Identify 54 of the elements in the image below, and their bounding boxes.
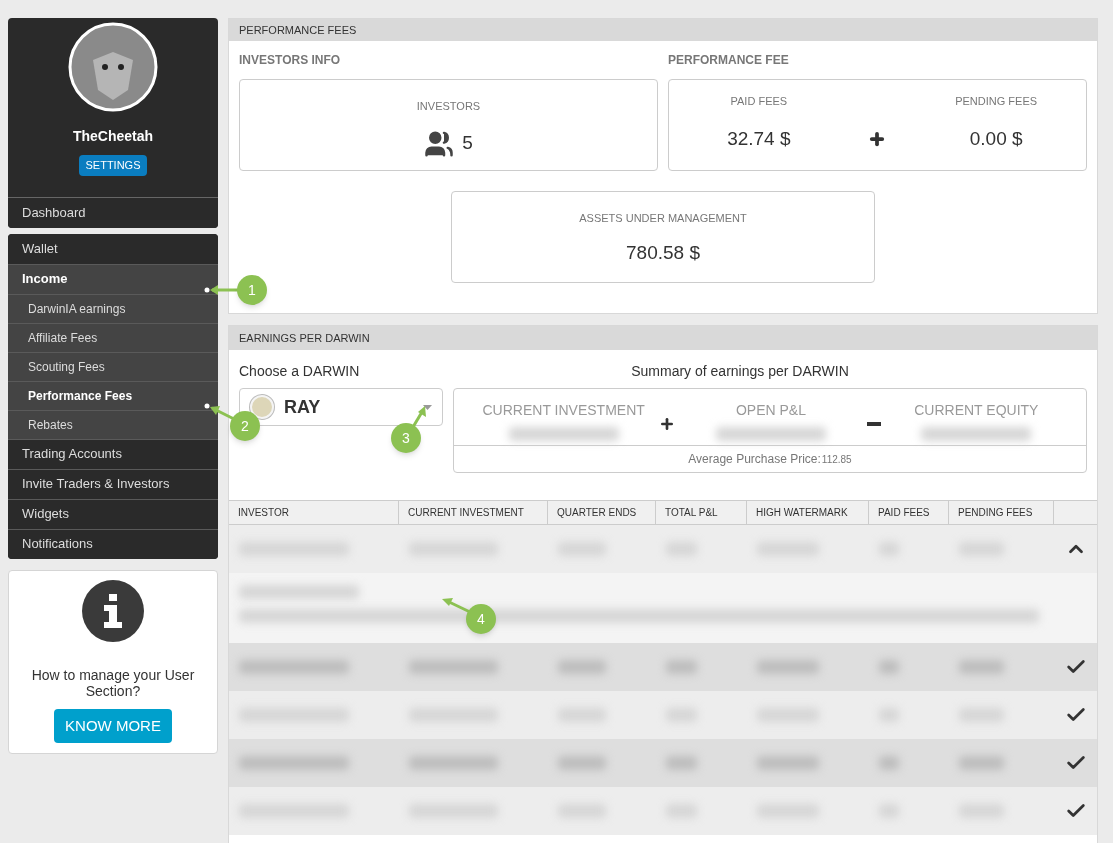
column-header: PENDING FEES [949, 501, 1054, 524]
aum-value: 780.58 $ [626, 240, 700, 265]
column-header: CURRENT INVESTMENT [399, 501, 548, 524]
callout-arrow [442, 598, 471, 614]
plus-icon [868, 130, 887, 148]
column-header: HIGH WATERMARK [747, 501, 869, 524]
stat-label: ASSETS UNDER MANAGEMENT [579, 211, 747, 226]
nav-item[interactable]: Income [8, 263, 218, 294]
darwin-color-icon [250, 395, 274, 419]
panel-header: PERFORMANCE FEES [229, 19, 1097, 41]
darwin-name: RAY [284, 395, 322, 419]
redacted-content [757, 660, 819, 674]
column-header: INVESTOR [229, 501, 399, 524]
username: TheCheetah [72, 127, 154, 146]
redacted-content [666, 756, 697, 770]
section-heading: PERFORMANCE FEE [668, 52, 790, 69]
stat-label: PENDING FEES [955, 93, 1038, 109]
paid-fees-value: 32.74 $ [727, 127, 791, 151]
redacted-content [879, 756, 899, 770]
summary-title: Summary of earnings per DARWIN [630, 362, 850, 381]
redacted-content [558, 660, 606, 674]
redacted-content [959, 756, 1004, 770]
nav-item[interactable]: Notifications [8, 528, 218, 559]
panel-header: EARNINGS PER DARWIN [229, 326, 1097, 350]
nav-item[interactable]: Affiliate Fees [8, 322, 218, 352]
settings-button[interactable]: SETTINGS [79, 155, 147, 176]
summary-label: CURRENT INVESTMENT [482, 401, 645, 420]
stat-label: INVESTORS [416, 99, 481, 114]
redacted-content [757, 756, 819, 770]
plus-icon [659, 416, 676, 432]
summary-label: CURRENT EQUITY [914, 401, 1039, 420]
investors-count: 5 [462, 131, 473, 156]
nav-item[interactable]: Scouting Fees [8, 351, 218, 381]
help-text: How to manage your User Section? [30, 666, 196, 699]
column-header: PAID FEES [869, 501, 949, 524]
avatar-icon [68, 22, 158, 112]
nav-item[interactable]: Rebates [8, 409, 218, 439]
section-heading: INVESTORS INFO [239, 52, 342, 69]
nav-item[interactable]: DarwinIA earnings [8, 293, 218, 323]
column-header: QUARTER ENDS [548, 501, 656, 524]
redacted-content [558, 756, 606, 770]
average-price: Average Purchase Price:112.85 [454, 445, 1086, 472]
stat-label: PAID FEES [730, 93, 788, 109]
column-header: TOTAL P&L [656, 501, 747, 524]
nav-item[interactable]: Performance Fees [8, 380, 218, 410]
choose-label: Choose a DARWIN [239, 362, 361, 381]
summary-label: OPEN P&L [735, 401, 806, 420]
redacted-content [666, 660, 697, 674]
pending-fees-value: 0.00 $ [969, 127, 1023, 151]
minus-icon [866, 422, 881, 426]
redacted-content [959, 660, 1004, 674]
info-icon [82, 579, 144, 642]
caret-icon [423, 404, 432, 410]
redacted-content [879, 660, 899, 674]
